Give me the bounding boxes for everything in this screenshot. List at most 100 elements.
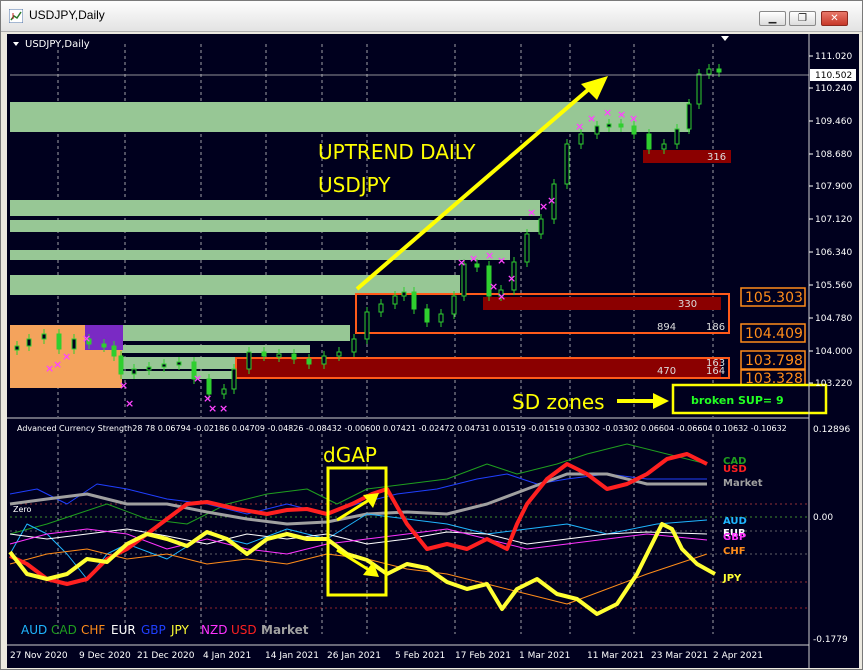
price-axis-label: 106.340: [815, 248, 852, 258]
indicator-zero-value: 0.00: [813, 513, 833, 523]
candle-body: [291, 353, 297, 360]
candle-body: [41, 333, 47, 340]
time-axis-label: 14 Jan 2021: [265, 651, 319, 661]
signal-cross: ×: [219, 402, 228, 415]
candle-body: [631, 125, 637, 135]
main-price-panel: 316 330 894 186 470 163 164 105.303 104.…: [10, 36, 828, 417]
legend-item-aud: AUD: [21, 623, 47, 637]
candle-body: [131, 368, 137, 375]
price-axis-label: 110.240: [815, 84, 852, 94]
candle-body: [438, 313, 444, 323]
chart-titlebar[interactable]: USDJPY,Daily ▁ ❐ ✕: [1, 1, 862, 32]
legend-item-eur: EUR: [111, 623, 136, 637]
zone-label-894: 894: [657, 322, 676, 333]
candle-body: [686, 103, 692, 130]
price-axis: 111.020 110.240 109.460 108.680 107.900 107.1…: [808, 34, 856, 668]
candle-body: [378, 303, 384, 313]
indicator-panel: Advanced Currency Strength28 78 0.06794 …: [8, 424, 850, 645]
candle-body: [101, 343, 107, 348]
legend-item-market: Market: [261, 623, 309, 637]
legend-item-nzd: NZD: [201, 623, 227, 637]
price-axis-label: 108.680: [815, 150, 852, 160]
label-gbp: GBP: [723, 532, 746, 543]
time-axis-label: 1 Mar 2021: [519, 651, 570, 661]
candle-body: [606, 123, 612, 128]
candle-body: [261, 351, 267, 357]
candle-body: [71, 338, 77, 350]
signal-cross: ×: [469, 252, 478, 265]
candle-body: [411, 291, 417, 310]
legend-item-chf: CHF: [81, 623, 105, 637]
signal-cross: ×: [587, 112, 596, 125]
signal-cross: ×: [497, 254, 506, 267]
candle-body: [661, 143, 667, 150]
zone-label-164: 164: [706, 366, 725, 377]
legend-item-cad: CAD: [51, 623, 77, 637]
minimize-button[interactable]: ▁: [759, 11, 786, 26]
legend-item-jpy: JPY: [170, 623, 190, 637]
candle-body: [161, 363, 167, 368]
time-axis-label: 4 Jan 2021: [203, 651, 251, 661]
candle-body: [231, 368, 237, 390]
label-jpy: JPY: [722, 573, 742, 584]
candle-body: [118, 355, 124, 375]
signal-cross: ×: [125, 397, 134, 410]
candle-body: [246, 351, 252, 370]
time-axis-label: 23 Mar 2021: [651, 651, 708, 661]
indicator-axis-values: 0.12896 0.00 -0.1779: [813, 425, 850, 645]
label-chf: CHF: [723, 546, 746, 557]
candle-body: [451, 295, 457, 315]
candle-body: [364, 311, 370, 340]
candle-body: [306, 358, 312, 365]
candle-body: [538, 218, 544, 235]
signal-cross: ×: [53, 358, 62, 371]
candle-body: [618, 123, 624, 128]
candle-body: [564, 143, 570, 185]
sd-zones-arrow: [617, 393, 669, 409]
terminal-window: USDJPY,Daily ▁ ❐ ✕ 316 330 894 186 470 1…: [0, 0, 863, 670]
chart-window-icon: [9, 9, 23, 23]
signal-cross: ×: [82, 332, 91, 345]
candle-body: [401, 291, 407, 297]
close-button[interactable]: ✕: [821, 11, 848, 26]
signal-cross: ×: [617, 108, 626, 121]
candle-body: [646, 133, 652, 150]
candle-body: [696, 73, 702, 105]
time-axis-label: 27 Nov 2020: [10, 651, 68, 661]
chart-svg: 316 330 894 186 470 163 164 105.303 104.…: [7, 34, 856, 668]
candle-body: [221, 388, 227, 395]
price-box-104409: 104.409: [745, 326, 803, 342]
label-market: Market: [723, 478, 763, 489]
indicator-header: Advanced Currency Strength28 78 0.06794 …: [17, 424, 787, 433]
window-title: USDJPY,Daily: [29, 8, 105, 22]
symbol-dropdown-icon[interactable]: [13, 42, 19, 46]
candle-body: [321, 355, 327, 365]
jpy-strength-line: [8, 522, 716, 616]
time-axis-label: 9 Dec 2020: [79, 651, 131, 661]
chart-canvas[interactable]: 316 330 894 186 470 163 164 105.303 104.…: [7, 34, 859, 668]
signal-cross: ×: [485, 249, 494, 262]
candle-body: [176, 361, 182, 366]
broken-support-label: broken SUP= 9: [691, 394, 784, 407]
price-axis-label: 109.460: [815, 117, 852, 127]
candle-body: [716, 68, 722, 73]
supply-zones: [235, 150, 731, 379]
candle-body: [56, 333, 62, 350]
sd-zones-label: SD zones: [512, 390, 605, 414]
zero-label: Zero: [13, 505, 32, 514]
signal-cross: ×: [527, 206, 536, 219]
time-axis-label: 11 Mar 2021: [587, 651, 644, 661]
label-usd: USD: [723, 464, 747, 475]
shift-marker-icon[interactable]: [721, 36, 729, 41]
signal-cross: ×: [208, 402, 217, 415]
restore-button[interactable]: ❐: [789, 11, 816, 26]
price-axis-label: 107.120: [815, 215, 852, 225]
price-axis-label: 111.020: [815, 52, 852, 62]
candle-body: [594, 125, 600, 135]
candle-body: [111, 345, 117, 357]
candle-body: [674, 128, 680, 145]
time-axis-labels: 27 Nov 2020 9 Dec 2020 21 Dec 2020 4 Jan 20…: [10, 651, 763, 661]
candle-body: [276, 353, 282, 358]
candle-body: [351, 338, 357, 353]
uptrend-label-line1: UPTREND DAILY: [318, 140, 476, 164]
